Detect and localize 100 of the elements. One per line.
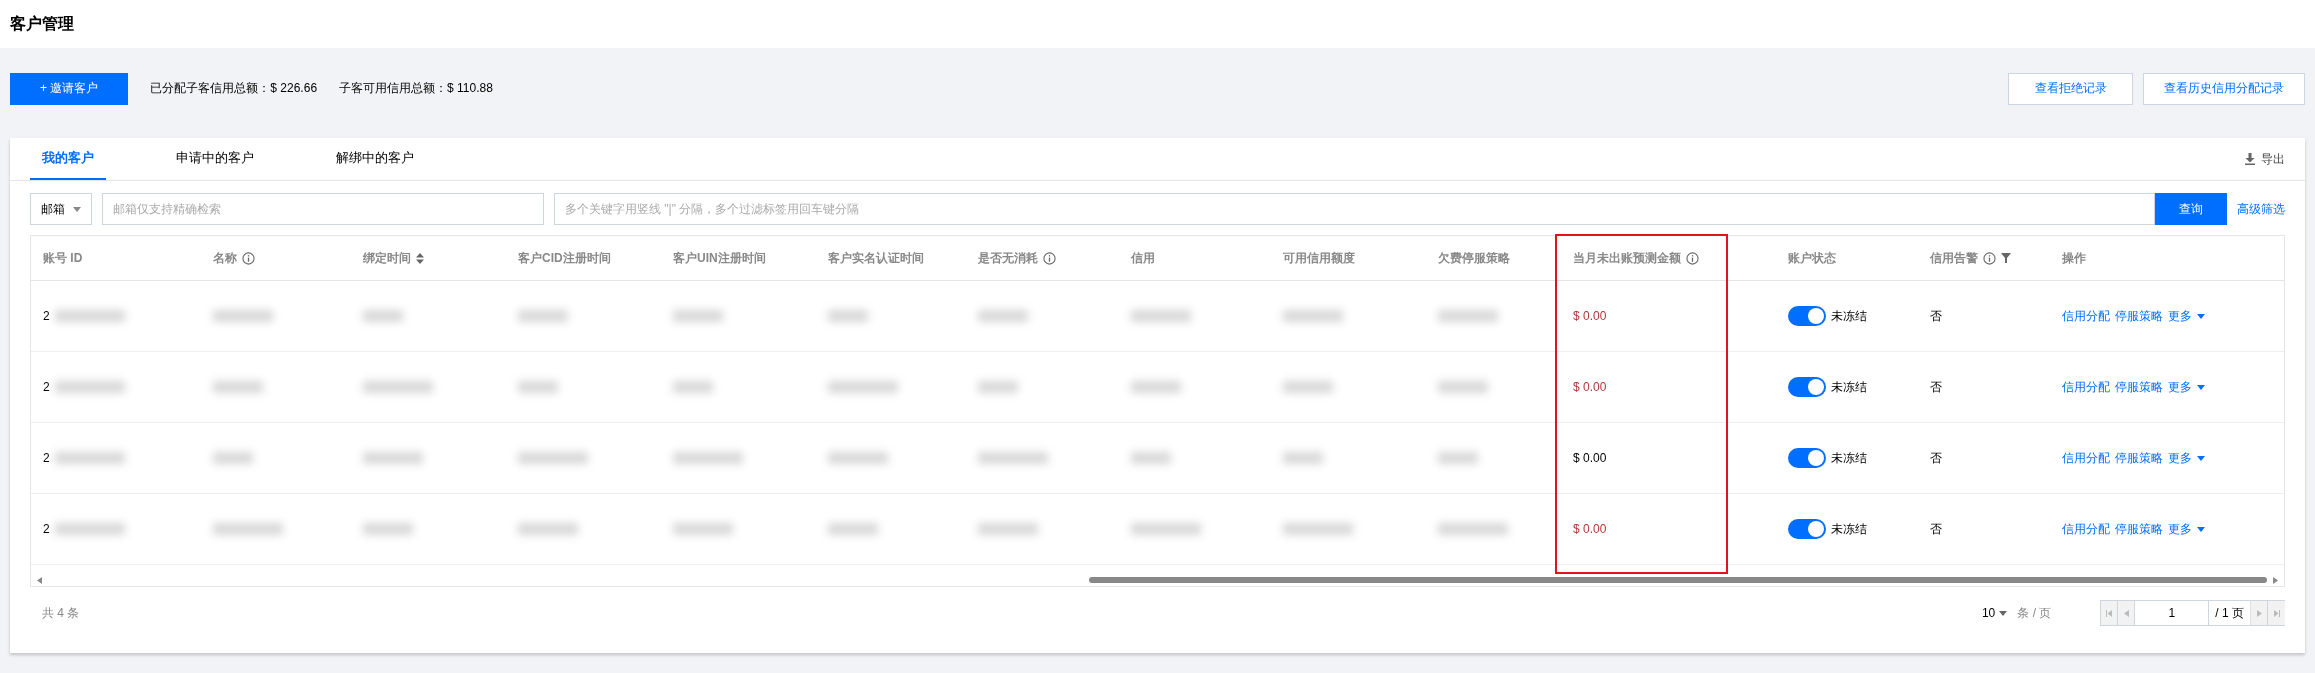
- filter-icon[interactable]: [2001, 253, 2011, 263]
- tab[interactable]: 申请中的客户: [164, 138, 266, 180]
- scroll-right-icon[interactable]: [2273, 576, 2278, 584]
- field-select[interactable]: 邮箱: [30, 193, 92, 225]
- action-link[interactable]: 信用分配: [2062, 449, 2110, 467]
- account-id: 2: [43, 451, 50, 465]
- redaction-blur: [54, 381, 125, 393]
- redaction-blur: [54, 523, 125, 535]
- redaction-blur: [978, 310, 1028, 322]
- amount-text: $ 0.00: [1573, 522, 1607, 536]
- redaction-blur: [1283, 452, 1323, 464]
- redaction-blur: [1283, 310, 1343, 322]
- redaction-blur: [213, 310, 273, 322]
- amount-text: $ 0.00: [1573, 309, 1607, 323]
- more-link[interactable]: 更多: [2168, 378, 2205, 396]
- column-header: 客户CID注册时间: [518, 249, 611, 267]
- redaction-blur: [1283, 381, 1333, 393]
- action-link[interactable]: 信用分配: [2062, 307, 2110, 325]
- redaction-blur: [213, 381, 263, 393]
- column-header: 客户实名认证时间: [828, 249, 924, 267]
- status-toggle[interactable]: [1788, 377, 1826, 397]
- status-toggle[interactable]: [1788, 306, 1826, 326]
- redaction-blur: [1438, 452, 1478, 464]
- redaction-blur: [828, 310, 868, 322]
- column-header: 绑定时间: [363, 249, 411, 267]
- scrollbar-thumb[interactable]: [1089, 577, 2267, 583]
- search-button[interactable]: 查询: [2155, 193, 2227, 225]
- status-text: 未冻结: [1831, 520, 1867, 538]
- action-link[interactable]: 信用分配: [2062, 520, 2110, 538]
- column-header: 账号 ID: [43, 249, 83, 267]
- redaction-blur: [518, 523, 578, 535]
- page-title: 客户管理: [10, 13, 74, 34]
- amount-text: $ 0.00: [1573, 451, 1607, 465]
- alert-text: 否: [1930, 378, 1942, 396]
- action-link[interactable]: 停服策略: [2115, 520, 2163, 538]
- credit-summary: 已分配子客信用总额：$ 226.66: [150, 80, 318, 97]
- redaction-blur: [673, 381, 713, 393]
- redaction-blur: [363, 381, 433, 393]
- redaction-blur: [978, 523, 1038, 535]
- first-page-icon: [2106, 609, 2113, 617]
- redaction-blur: [1283, 523, 1353, 535]
- scroll-left-icon[interactable]: [37, 576, 42, 584]
- action-link[interactable]: 停服策略: [2115, 307, 2163, 325]
- column-header: 当月未出账预测金额: [1573, 249, 1681, 267]
- redaction-blur: [518, 310, 568, 322]
- tab[interactable]: 解绑中的客户: [324, 138, 426, 180]
- redaction-blur: [1131, 381, 1181, 393]
- total-count: 共 4 条: [42, 604, 80, 622]
- column-header: 名称: [213, 249, 237, 267]
- status-toggle[interactable]: [1788, 519, 1826, 539]
- export-button[interactable]: 导出: [2245, 138, 2285, 180]
- more-link[interactable]: 更多: [2168, 307, 2205, 325]
- caret-icon: [73, 206, 81, 212]
- page-size-unit: 条 / 页: [2017, 604, 2052, 622]
- invite-button[interactable]: + 邀请客户: [10, 72, 129, 105]
- action-link[interactable]: 停服策略: [2115, 449, 2163, 467]
- more-link[interactable]: 更多: [2168, 520, 2205, 538]
- credit-summary: 子客可用信用总额：$ 110.88: [339, 80, 493, 97]
- page-size-select[interactable]: 10: [1981, 606, 2008, 620]
- redaction-blur: [1438, 310, 1498, 322]
- record-button[interactable]: 查看历史信用分配记录: [2143, 72, 2305, 105]
- tab[interactable]: 我的客户: [30, 138, 106, 180]
- redaction-blur: [363, 310, 403, 322]
- caret-icon: [1999, 610, 2008, 616]
- column-header: 客户UIN注册时间: [673, 249, 766, 267]
- column-header: 账户状态: [1788, 249, 1836, 267]
- prev-page-button[interactable]: [2117, 600, 2136, 626]
- account-id: 2: [43, 380, 50, 394]
- redaction-blur: [828, 452, 888, 464]
- page-field[interactable]: 1: [2134, 600, 2210, 626]
- amount-text: $ 0.00: [1573, 380, 1607, 394]
- keyword-field[interactable]: 多个关键字用竖线 "|" 分隔，多个过滤标签用回车键分隔: [554, 193, 2155, 225]
- column-header: 信用: [1131, 249, 1155, 267]
- column-header: 信用告警: [1930, 249, 1978, 267]
- redaction-blur: [1438, 523, 1508, 535]
- column-header: 操作: [2062, 249, 2086, 267]
- action-link[interactable]: 停服策略: [2115, 378, 2163, 396]
- status-toggle[interactable]: [1788, 448, 1826, 468]
- alert-text: 否: [1930, 449, 1942, 467]
- status-text: 未冻结: [1831, 449, 1867, 467]
- advanced-filter-link[interactable]: 高级筛选: [2237, 200, 2285, 218]
- redaction-blur: [54, 310, 125, 322]
- redaction-blur: [363, 452, 423, 464]
- record-button[interactable]: 查看拒绝记录: [2008, 72, 2133, 105]
- redaction-blur: [978, 452, 1048, 464]
- status-text: 未冻结: [1831, 378, 1867, 396]
- status-text: 未冻结: [1831, 307, 1867, 325]
- redaction-blur: [1131, 310, 1191, 322]
- column-header: 可用信用额度: [1283, 249, 1355, 267]
- redaction-blur: [828, 381, 898, 393]
- more-link[interactable]: 更多: [2168, 449, 2205, 467]
- last-page-icon: [2273, 609, 2280, 617]
- redaction-blur: [54, 452, 125, 464]
- action-link[interactable]: 信用分配: [2062, 378, 2110, 396]
- sort-icon[interactable]: [416, 252, 424, 264]
- alert-text: 否: [1930, 520, 1942, 538]
- redaction-blur: [673, 452, 743, 464]
- email-field[interactable]: 邮箱仅支持精确检索: [102, 193, 544, 225]
- alert-text: 否: [1930, 307, 1942, 325]
- caret-icon: [2197, 384, 2205, 390]
